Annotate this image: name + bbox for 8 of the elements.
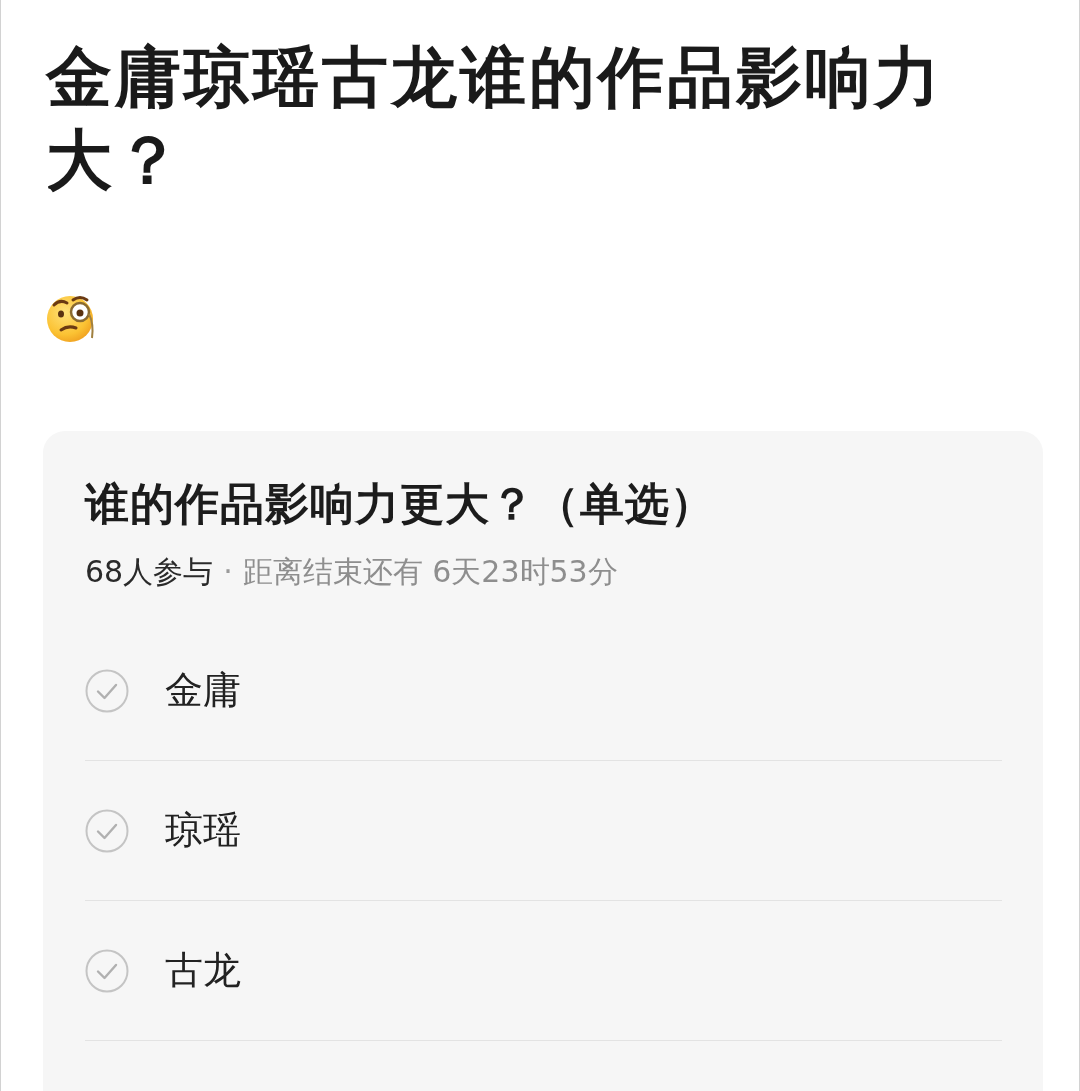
poll-question: 谁的作品影响力更大？（单选） [85, 477, 716, 531]
separator-dot: · [223, 553, 233, 591]
poll-option[interactable]: 琼瑶 [85, 761, 1002, 901]
poll-option[interactable]: 金庸 [85, 621, 1002, 761]
time-remaining: 距离结束还有 6天23时53分 [242, 553, 618, 591]
poll-option[interactable]: 古龙 [85, 901, 1002, 1041]
participant-count: 68人参与 [85, 553, 214, 591]
post-title: 金庸琼瑶古龙谁的作品影响力大？ [46, 38, 944, 201]
